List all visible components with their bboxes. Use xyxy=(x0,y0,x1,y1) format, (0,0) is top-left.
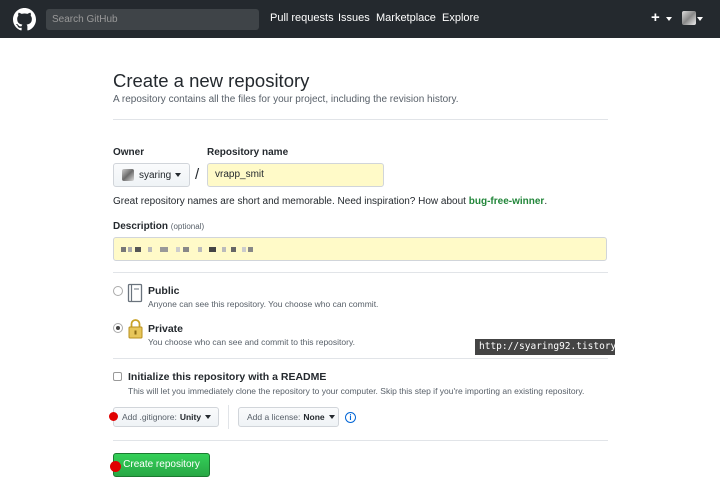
caret-down-icon xyxy=(205,415,212,419)
license-select[interactable]: Add a license: None xyxy=(238,407,339,427)
init-readme-checkbox[interactable] xyxy=(113,372,122,381)
optional-hint: (optional) xyxy=(170,222,205,231)
nav-explore[interactable]: Explore xyxy=(442,12,479,24)
blog-watermark: http://syaring92.tistory.com xyxy=(475,339,639,355)
user-avatar[interactable] xyxy=(682,11,696,25)
divider xyxy=(113,358,608,359)
info-icon[interactable]: i xyxy=(345,412,356,423)
search-input[interactable]: Search GitHub xyxy=(46,9,259,30)
owner-repo-separator: / xyxy=(195,166,200,183)
page-title: Create a new repository xyxy=(113,70,310,91)
select-divider xyxy=(228,405,229,429)
lock-icon xyxy=(128,319,143,339)
repo-name-input[interactable]: vrapp_smit xyxy=(207,163,384,187)
owner-select[interactable]: syaring xyxy=(113,163,190,187)
caret-down-icon[interactable] xyxy=(666,17,672,21)
private-title: Private xyxy=(148,323,184,335)
annotation-marker xyxy=(110,461,121,472)
caret-down-icon xyxy=(328,415,335,419)
owner-value: syaring xyxy=(139,169,172,181)
plus-icon[interactable]: + xyxy=(651,9,660,27)
divider xyxy=(113,119,608,120)
license-value: None xyxy=(303,412,325,422)
private-radio[interactable] xyxy=(113,323,123,333)
repo-name-label: Repository name xyxy=(207,147,289,158)
repo-name-hint: Great repository names are short and mem… xyxy=(113,196,548,207)
nav-pull-requests[interactable]: Pull requests xyxy=(270,12,334,24)
top-header: Search GitHub Pull requests Issues Marke… xyxy=(0,0,720,38)
nav-issues[interactable]: Issues xyxy=(338,12,370,24)
init-readme-title: Initialize this repository with a README xyxy=(128,371,327,383)
description-label: Description (optional) xyxy=(113,221,205,232)
create-repository-button[interactable]: Create repository xyxy=(113,453,210,477)
nav-marketplace[interactable]: Marketplace xyxy=(376,12,436,24)
public-description: Anyone can see this repository. You choo… xyxy=(148,299,379,309)
gitignore-select[interactable]: Add .gitignore: Unity xyxy=(113,407,219,427)
gitignore-value: Unity xyxy=(179,412,202,422)
caret-down-icon[interactable] xyxy=(697,17,703,21)
divider xyxy=(113,440,608,441)
init-readme-description: This will let you immediately clone the … xyxy=(128,386,585,396)
private-description: You choose who can see and commit to thi… xyxy=(148,337,355,347)
book-icon xyxy=(127,283,143,303)
owner-label: Owner xyxy=(113,147,145,158)
divider xyxy=(113,272,608,273)
description-input[interactable] xyxy=(113,237,607,261)
caret-down-icon xyxy=(175,173,182,177)
suggested-name-link[interactable]: bug-free-winner xyxy=(469,196,545,207)
page-subtitle: A repository contains all the files for … xyxy=(113,94,459,105)
owner-avatar xyxy=(122,169,134,181)
annotation-marker xyxy=(109,412,118,421)
public-radio[interactable] xyxy=(113,286,123,296)
github-logo-icon[interactable] xyxy=(13,8,36,31)
public-title: Public xyxy=(148,285,180,297)
